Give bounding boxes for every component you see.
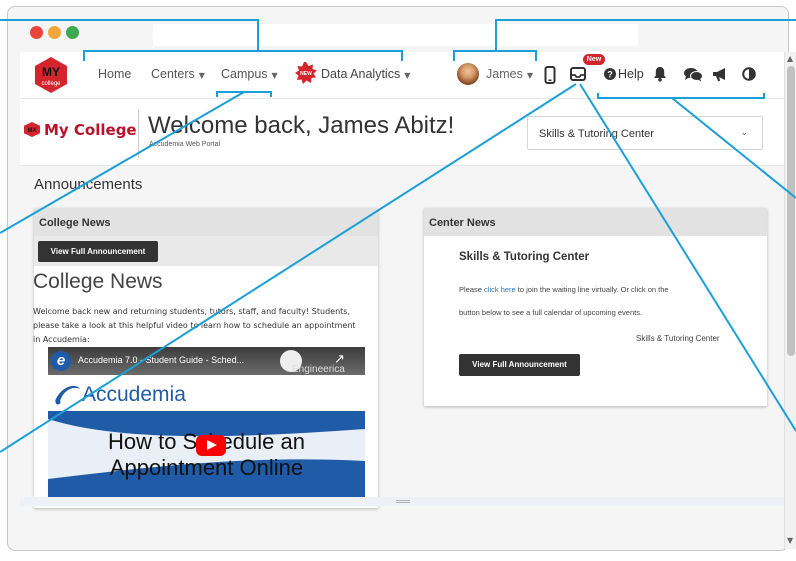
caret-down-icon: ▼ [404, 71, 411, 80]
portal-subtitle: Accudemia Web Portal [149, 141, 221, 148]
announcements-title: Announcements [34, 176, 143, 193]
user-menu[interactable]: James ▼ [486, 67, 533, 81]
nav-centers[interactable]: Centers ▼ [151, 67, 205, 81]
bell-icon[interactable] [653, 66, 667, 82]
video-title: Accudemia 7.0 - Student Guide - Sched... [78, 355, 245, 365]
caret-down-icon: ▼ [271, 71, 278, 80]
scrollbar-thumb[interactable] [787, 66, 795, 356]
inbox-icon[interactable] [570, 66, 586, 82]
maximize-dot[interactable] [66, 26, 79, 39]
svg-text:NEW: NEW [300, 71, 312, 77]
nav-centers-label: Centers [151, 67, 195, 81]
center-news-header: Center News [424, 208, 767, 236]
new-badge: New [583, 54, 605, 65]
caret-down-icon: ▼ [198, 71, 205, 80]
chevron-down-icon: ⌄ [740, 128, 748, 138]
svg-text:?: ? [607, 70, 613, 80]
help-icon[interactable]: ? [604, 68, 616, 80]
center-news-line-1: Please click here to join the waiting li… [459, 285, 669, 294]
caret-down-icon: ▼ [526, 71, 533, 80]
nav-home[interactable]: Home [98, 67, 131, 81]
minimize-dot[interactable] [48, 26, 61, 39]
center-news-text: Please click here to join the waiting li… [459, 278, 669, 324]
center-view-announcement-button[interactable]: View Full Announcement [459, 354, 580, 376]
scroll-down-icon[interactable]: ▼ [787, 536, 793, 545]
brand-name: My College [44, 121, 137, 139]
page-title: Welcome back, James Abitz! [148, 112, 455, 139]
help-link[interactable]: Help [618, 67, 644, 81]
svg-text:MY: MY [42, 65, 60, 79]
contrast-icon[interactable] [742, 67, 756, 81]
scroll-up-icon[interactable]: ▲ [787, 54, 793, 63]
close-dot[interactable] [30, 26, 43, 39]
new-starburst-icon: NEW [295, 62, 317, 84]
college-news-paragraph: Welcome back new and returning students,… [33, 307, 356, 344]
center-select[interactable]: Skills & Tutoring Center ⌄ [527, 116, 763, 150]
top-navbar: MY college Home Centers ▼ Campus ▼ NEW Dat… [20, 52, 784, 99]
youtube-play-button[interactable] [196, 435, 226, 456]
chat-icon[interactable] [683, 67, 703, 82]
nav-campus[interactable]: Campus ▼ [221, 67, 278, 81]
nav-campus-label: Campus [221, 67, 268, 81]
mobile-icon[interactable] [544, 66, 556, 84]
college-news-heading: College News [33, 270, 163, 293]
page-viewport: MY college Home Centers ▼ Campus ▼ NEW Dat… [20, 52, 784, 548]
user-name: James [486, 67, 523, 81]
accudemia-swoosh-icon [55, 385, 80, 405]
nav-data-analytics-label: Data Analytics [321, 67, 401, 81]
grip-lines-icon [396, 500, 410, 503]
college-view-announcement-button[interactable]: View Full Announcement [38, 241, 158, 262]
user-avatar[interactable] [457, 63, 479, 85]
vertical-scrollbar[interactable]: ▲ ▼ [784, 52, 796, 549]
header-divider [138, 110, 139, 158]
center-select-value: Skills & Tutoring Center [539, 128, 654, 140]
video-headline-2: Appointment Online [109, 455, 304, 480]
college-news-header: College News [34, 208, 378, 236]
center-news-line-2: button below to see a full calendar of u… [459, 308, 643, 317]
mx-logo-icon: MX [24, 122, 40, 137]
resize-grip[interactable] [20, 497, 784, 506]
svg-text:college: college [41, 81, 61, 87]
channel-name: Engineerica [292, 364, 345, 375]
center-news-title: Skills & Tutoring Center [459, 251, 590, 263]
play-icon [207, 440, 217, 450]
channel-logo-icon: e [51, 351, 71, 371]
megaphone-icon[interactable] [712, 67, 728, 82]
nav-data-analytics[interactable]: Data Analytics ▼ [321, 67, 410, 81]
center-news-signature: Skills & Tutoring Center [636, 334, 720, 343]
video-embed[interactable]: e Accudemia 7.0 - Student Guide - Sched.… [48, 347, 365, 497]
svg-text:MX: MX [28, 128, 37, 134]
click-here-link[interactable]: click here [484, 285, 516, 294]
video-brand: Accudemia [82, 383, 186, 406]
address-bar[interactable] [153, 24, 638, 46]
my-college-logo[interactable]: MY college [32, 56, 70, 94]
